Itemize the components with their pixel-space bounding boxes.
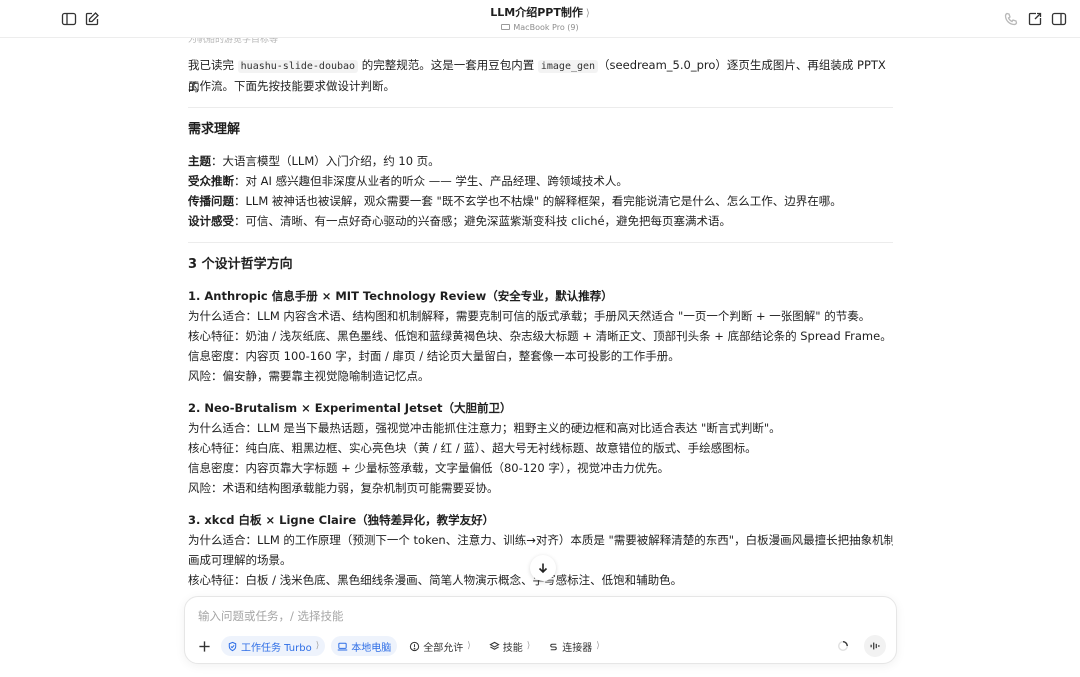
direction-line: 为什么适合：LLM 的工作原理（预测下一个 token、注意力、训练→对齐）本质…	[188, 533, 893, 547]
permission-chip[interactable]: 全部允许 ⟩	[403, 636, 477, 656]
inline-code: huashu-slide-doubao	[237, 60, 359, 73]
section-heading-directions: 3 个设计哲学方向	[188, 257, 293, 272]
requirement-item: 设计感受：可信、清晰、有一点好奇心驱动的兴奋感；避免深蓝紫渐变科技 cliché…	[188, 214, 732, 228]
requirement-item: 受众推断：对 AI 感兴趣但非深度从业者的听众 —— 学生、产品经理、跨领域技术…	[188, 174, 628, 188]
prompt-input[interactable]	[198, 607, 848, 625]
intro-paragraph-line-2: 工作流。下面先按技能要求做设计判断。	[188, 79, 395, 93]
permission-icon	[410, 641, 420, 651]
voice-input-button[interactable]	[864, 635, 886, 657]
task-icon	[228, 641, 237, 651]
voice-wave-icon	[870, 642, 880, 650]
direction-line: 画成可理解的场景。	[188, 553, 292, 567]
chevron-right-icon: ⟩	[467, 641, 471, 651]
arrow-down-icon	[538, 563, 548, 574]
skills-icon	[489, 641, 500, 650]
requirement-item: 主题：大语言模型（LLM）入门介绍，约 10 页。	[188, 154, 440, 168]
section-heading-requirements: 需求理解	[188, 122, 241, 137]
local-computer-chip[interactable]: 本地电脑	[331, 636, 398, 656]
device-label: MacBook Pro (9)	[0, 22, 1080, 33]
message-content: 为帆船的游览学目标等 我已读完 huashu-slide-doubao 的完整规…	[188, 38, 893, 593]
share-icon[interactable]	[1026, 10, 1044, 28]
direction-line: 信息密度：内容页靠大字标题 + 少量标签承载，文字量偏低（80-120 字），视…	[188, 461, 670, 475]
direction-line: 信息密度：内容页 100-160 字，封面 / 扉页 / 结论页大量留白，整套像…	[188, 349, 680, 363]
phone-icon[interactable]	[1002, 10, 1020, 28]
direction-line: 为什么适合：LLM 内容含术语、结构图和机制解释，需要克制可信的版式承载；手册风…	[188, 309, 871, 323]
conversation-title[interactable]: LLM介绍PPT制作 ⟩	[0, 6, 1080, 21]
direction-title: 1. Anthropic 信息手册 × MIT Technology Revie…	[188, 289, 613, 303]
right-panel-toggle-icon[interactable]	[1050, 10, 1068, 28]
divider	[188, 242, 893, 243]
connector-chip[interactable]: 连接器 ⟩	[542, 636, 606, 656]
direction-line: 风险：偏安静，需要靠主视觉隐喻制造记忆点。	[188, 369, 430, 383]
loading-spinner-icon	[832, 635, 854, 657]
add-attachment-button[interactable]	[193, 635, 215, 657]
faded-text: 为帆船的游览学目标等	[188, 38, 279, 45]
direction-line: 风险：术语和结构图承载能力弱，复杂机制页可能需要妥协。	[188, 481, 499, 495]
window-title-group: LLM介绍PPT制作 ⟩ MacBook Pro (9)	[0, 6, 1080, 33]
direction-title: 2. Neo-Brutalism × Experimental Jetset（大…	[188, 401, 512, 415]
direction-line: 为什么适合：LLM 是当下最热话题，强视觉冲击能抓住注意力；粗野主义的硬边框和高…	[188, 421, 781, 435]
composer-right-tools	[832, 635, 886, 657]
divider	[188, 107, 893, 108]
composer-toolbar: 工作任务 Turbo ⟩ 本地电脑 全部允许 ⟩ 技能 ⟩ 连接器 ⟩	[193, 635, 606, 657]
chevron-right-icon: ⟩	[315, 641, 320, 651]
connector-icon	[550, 643, 557, 650]
direction-line: 核心特征：奶油 / 浅灰纸底、黑色墨线、低饱和蓝绿黄褐色块、杂志级大标题 + 清…	[188, 329, 892, 343]
laptop-icon	[337, 642, 348, 650]
title-chevron-icon: ⟩	[585, 8, 590, 19]
inline-code: image_gen	[537, 60, 599, 73]
title-bar: LLM介绍PPT制作 ⟩ MacBook Pro (9)	[0, 0, 1080, 38]
laptop-icon	[501, 23, 511, 30]
direction-line: 核心特征：白板 / 浅米色底、黑色细线条漫画、简笔人物演示概念、手写感标注、低饱…	[188, 573, 683, 587]
chevron-right-icon: ⟩	[526, 641, 531, 651]
requirement-item: 传播问题：LLM 被神话也被误解，观众需要一套 "既不玄学也不枯燥" 的解释框架…	[188, 194, 842, 208]
direction-title: 3. xkcd 白板 × Ligne Claire（独特差异化，教学友好）	[188, 513, 495, 527]
skills-chip[interactable]: 技能 ⟩	[483, 636, 537, 656]
task-mode-chip[interactable]: 工作任务 Turbo ⟩	[221, 636, 326, 656]
plus-icon	[198, 640, 210, 652]
scroll-to-bottom-button[interactable]	[530, 555, 556, 581]
composer: 工作任务 Turbo⟩ 本地电脑 全部允许⟩ 技能⟩ 连接器⟩	[184, 596, 897, 664]
direction-line: 核心特征：纯白底、粗黑边框、实心亮色块（黄 / 红 / 蓝）、超大号无衬线标题、…	[188, 441, 757, 455]
chevron-right-icon: ⟩	[596, 641, 600, 651]
